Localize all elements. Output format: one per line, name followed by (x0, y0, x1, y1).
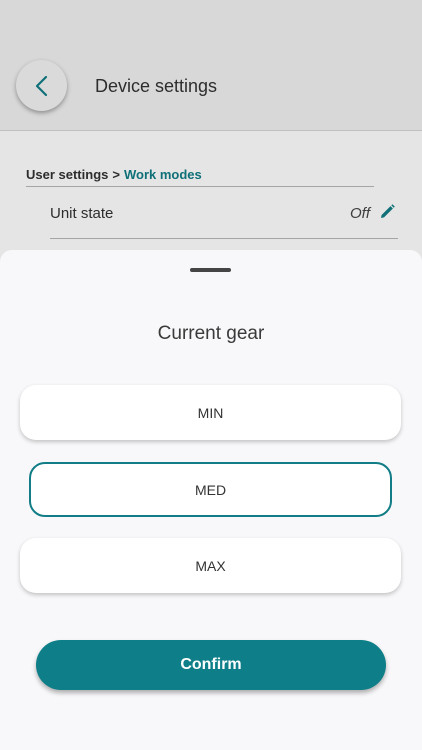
gear-option-med[interactable]: MED (29, 462, 392, 517)
sheet-title: Current gear (157, 323, 265, 344)
gear-option-min[interactable]: MIN (20, 385, 401, 440)
confirm-button[interactable]: Confirm (36, 640, 386, 690)
gear-option-label: MIN (197, 404, 224, 421)
screen: Device settings User settings > Work modes… (0, 0, 422, 750)
gear-option-label: MAX (195, 557, 226, 574)
gear-option-label: MED (194, 481, 227, 498)
gear-option-max[interactable]: MAX (20, 538, 401, 593)
gear-bottom-sheet: Current gear MIN MED MAX Confirm (0, 250, 422, 750)
drag-handle[interactable] (190, 268, 231, 272)
